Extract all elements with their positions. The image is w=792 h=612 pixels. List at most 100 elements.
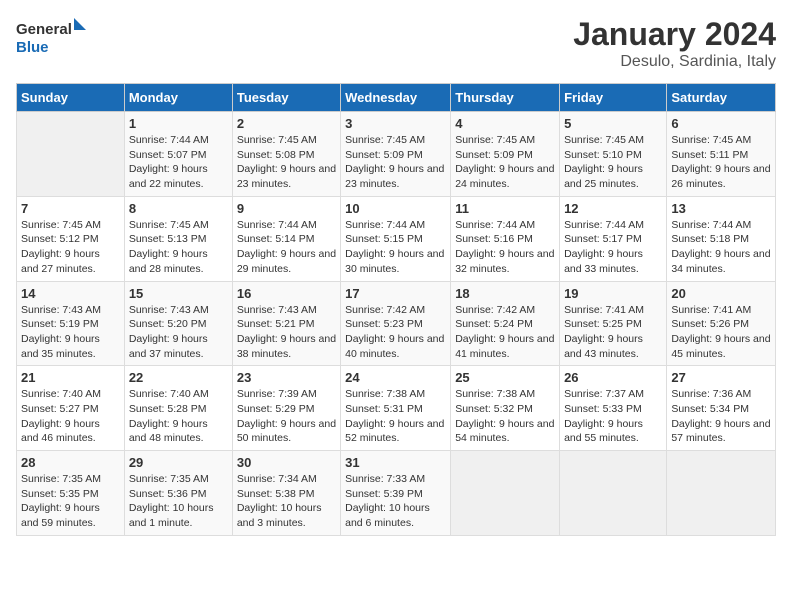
day-number: 26 (564, 370, 662, 385)
calendar-cell: 26 Sunrise: 7:37 AMSunset: 5:33 PMDayligh… (560, 366, 667, 451)
title-area: January 2024 Desulo, Sardinia, Italy (573, 16, 776, 71)
day-info: Sunrise: 7:42 AMSunset: 5:24 PMDaylight:… (455, 303, 555, 362)
day-info: Sunrise: 7:43 AMSunset: 5:19 PMDaylight:… (21, 303, 120, 362)
calendar-cell: 25 Sunrise: 7:38 AMSunset: 5:32 PMDayligh… (451, 366, 560, 451)
day-info: Sunrise: 7:44 AMSunset: 5:07 PMDaylight:… (129, 133, 228, 192)
calendar-cell: 11Sunrise: 7:44 AMSunset: 5:16 PMDayligh… (451, 196, 560, 281)
calendar-cell: 2Sunrise: 7:45 AMSunset: 5:08 PMDaylight… (232, 112, 340, 197)
day-number: 16 (237, 286, 336, 301)
day-number: 30 (237, 455, 336, 470)
col-wednesday: Wednesday (341, 84, 451, 112)
day-number: 18 (455, 286, 555, 301)
day-info: Sunrise: 7:40 AMSunset: 5:27 PMDaylight:… (21, 387, 120, 446)
col-sunday: Sunday (17, 84, 125, 112)
svg-text:General: General (16, 21, 72, 38)
day-number: 3 (345, 116, 446, 131)
col-tuesday: Tuesday (232, 84, 340, 112)
day-number: 22 (129, 370, 228, 385)
day-info: Sunrise: 7:42 AMSunset: 5:23 PMDaylight:… (345, 303, 446, 362)
calendar-cell: 16 Sunrise: 7:43 AMSunset: 5:21 PMDayligh… (232, 281, 340, 366)
calendar-cell (17, 112, 125, 197)
day-number: 7 (21, 201, 120, 216)
day-info: Sunrise: 7:45 AMSunset: 5:09 PMDaylight:… (345, 133, 446, 192)
day-info: Sunrise: 7:38 AMSunset: 5:32 PMDaylight:… (455, 387, 555, 446)
calendar-table: Sunday Monday Tuesday Wednesday Thursday… (16, 83, 776, 536)
col-thursday: Thursday (451, 84, 560, 112)
calendar-cell: 30 Sunrise: 7:34 AMSunset: 5:38 PMDayligh… (232, 451, 340, 536)
calendar-cell: 28 Sunrise: 7:35 AMSunset: 5:35 PMDayligh… (17, 451, 125, 536)
svg-text:Blue: Blue (16, 39, 49, 56)
day-number: 1 (129, 116, 228, 131)
day-info: Sunrise: 7:45 AMSunset: 5:09 PMDaylight:… (455, 133, 555, 192)
day-info: Sunrise: 7:35 AMSunset: 5:35 PMDaylight:… (21, 472, 120, 531)
calendar-cell: 29Sunrise: 7:35 AMSunset: 5:36 PMDayligh… (124, 451, 232, 536)
day-info: Sunrise: 7:44 AMSunset: 5:14 PMDaylight:… (237, 218, 336, 277)
calendar-cell: 27Sunrise: 7:36 AMSunset: 5:34 PMDayligh… (667, 366, 776, 451)
day-info: Sunrise: 7:45 AMSunset: 5:13 PMDaylight:… (129, 218, 228, 277)
calendar-cell: 7 Sunrise: 7:45 AMSunset: 5:12 PMDaylight… (17, 196, 125, 281)
day-info: Sunrise: 7:45 AMSunset: 5:11 PMDaylight:… (671, 133, 771, 192)
calendar-cell: 4 Sunrise: 7:45 AMSunset: 5:09 PMDaylight… (451, 112, 560, 197)
calendar-cell: 6 Sunrise: 7:45 AMSunset: 5:11 PMDaylight… (667, 112, 776, 197)
day-info: Sunrise: 7:44 AMSunset: 5:15 PMDaylight:… (345, 218, 446, 277)
calendar-week-5: 28 Sunrise: 7:35 AMSunset: 5:35 PMDayligh… (17, 451, 776, 536)
day-info: Sunrise: 7:41 AMSunset: 5:26 PMDaylight:… (671, 303, 771, 362)
day-number: 29 (129, 455, 228, 470)
day-number: 17 (345, 286, 446, 301)
calendar-cell: 17 Sunrise: 7:42 AMSunset: 5:23 PMDayligh… (341, 281, 451, 366)
day-number: 27 (671, 370, 771, 385)
calendar-week-1: 1 Sunrise: 7:44 AMSunset: 5:07 PMDaylight… (17, 112, 776, 197)
day-number: 6 (671, 116, 771, 131)
day-number: 31 (345, 455, 446, 470)
logo: General Blue (16, 16, 86, 61)
calendar-cell: 24 Sunrise: 7:38 AMSunset: 5:31 PMDayligh… (341, 366, 451, 451)
calendar-cell: 1 Sunrise: 7:44 AMSunset: 5:07 PMDaylight… (124, 112, 232, 197)
day-number: 14 (21, 286, 120, 301)
day-number: 4 (455, 116, 555, 131)
month-title: January 2024 (573, 16, 776, 53)
header-row: Sunday Monday Tuesday Wednesday Thursday… (17, 84, 776, 112)
day-number: 24 (345, 370, 446, 385)
day-number: 9 (237, 201, 336, 216)
day-info: Sunrise: 7:43 AMSunset: 5:21 PMDaylight:… (237, 303, 336, 362)
calendar-cell: 12Sunrise: 7:44 AMSunset: 5:17 PMDayligh… (560, 196, 667, 281)
day-number: 5 (564, 116, 662, 131)
day-number: 8 (129, 201, 228, 216)
calendar-cell: 22 Sunrise: 7:40 AMSunset: 5:28 PMDayligh… (124, 366, 232, 451)
calendar-cell: 5 Sunrise: 7:45 AMSunset: 5:10 PMDaylight… (560, 112, 667, 197)
calendar-cell: 3 Sunrise: 7:45 AMSunset: 5:09 PMDaylight… (341, 112, 451, 197)
calendar-cell (451, 451, 560, 536)
col-friday: Friday (560, 84, 667, 112)
day-number: 21 (21, 370, 120, 385)
day-number: 20 (671, 286, 771, 301)
calendar-cell (667, 451, 776, 536)
day-number: 15 (129, 286, 228, 301)
day-info: Sunrise: 7:44 AMSunset: 5:18 PMDaylight:… (671, 218, 771, 277)
day-info: Sunrise: 7:39 AMSunset: 5:29 PMDaylight:… (237, 387, 336, 446)
day-info: Sunrise: 7:37 AMSunset: 5:33 PMDaylight:… (564, 387, 662, 446)
calendar-week-3: 14 Sunrise: 7:43 AMSunset: 5:19 PMDayligh… (17, 281, 776, 366)
day-number: 19 (564, 286, 662, 301)
col-saturday: Saturday (667, 84, 776, 112)
day-info: Sunrise: 7:44 AMSunset: 5:16 PMDaylight:… (455, 218, 555, 277)
day-number: 2 (237, 116, 336, 131)
day-info: Sunrise: 7:34 AMSunset: 5:38 PMDaylight:… (237, 472, 336, 531)
day-info: Sunrise: 7:45 AMSunset: 5:12 PMDaylight:… (21, 218, 120, 277)
calendar-cell: 31Sunrise: 7:33 AMSunset: 5:39 PMDayligh… (341, 451, 451, 536)
header: General Blue January 2024 Desulo, Sardin… (16, 16, 776, 71)
calendar-week-2: 7 Sunrise: 7:45 AMSunset: 5:12 PMDaylight… (17, 196, 776, 281)
day-number: 23 (237, 370, 336, 385)
day-info: Sunrise: 7:41 AMSunset: 5:25 PMDaylight:… (564, 303, 662, 362)
day-number: 25 (455, 370, 555, 385)
day-info: Sunrise: 7:38 AMSunset: 5:31 PMDaylight:… (345, 387, 446, 446)
day-info: Sunrise: 7:40 AMSunset: 5:28 PMDaylight:… (129, 387, 228, 446)
calendar-cell: 15Sunrise: 7:43 AMSunset: 5:20 PMDayligh… (124, 281, 232, 366)
calendar-cell: 10Sunrise: 7:44 AMSunset: 5:15 PMDayligh… (341, 196, 451, 281)
day-info: Sunrise: 7:45 AMSunset: 5:10 PMDaylight:… (564, 133, 662, 192)
day-number: 28 (21, 455, 120, 470)
calendar-cell: 14 Sunrise: 7:43 AMSunset: 5:19 PMDayligh… (17, 281, 125, 366)
calendar-cell: 19 Sunrise: 7:41 AMSunset: 5:25 PMDayligh… (560, 281, 667, 366)
calendar-week-4: 21 Sunrise: 7:40 AMSunset: 5:27 PMDayligh… (17, 366, 776, 451)
calendar-cell: 20 Sunrise: 7:41 AMSunset: 5:26 PMDayligh… (667, 281, 776, 366)
calendar-cell (560, 451, 667, 536)
